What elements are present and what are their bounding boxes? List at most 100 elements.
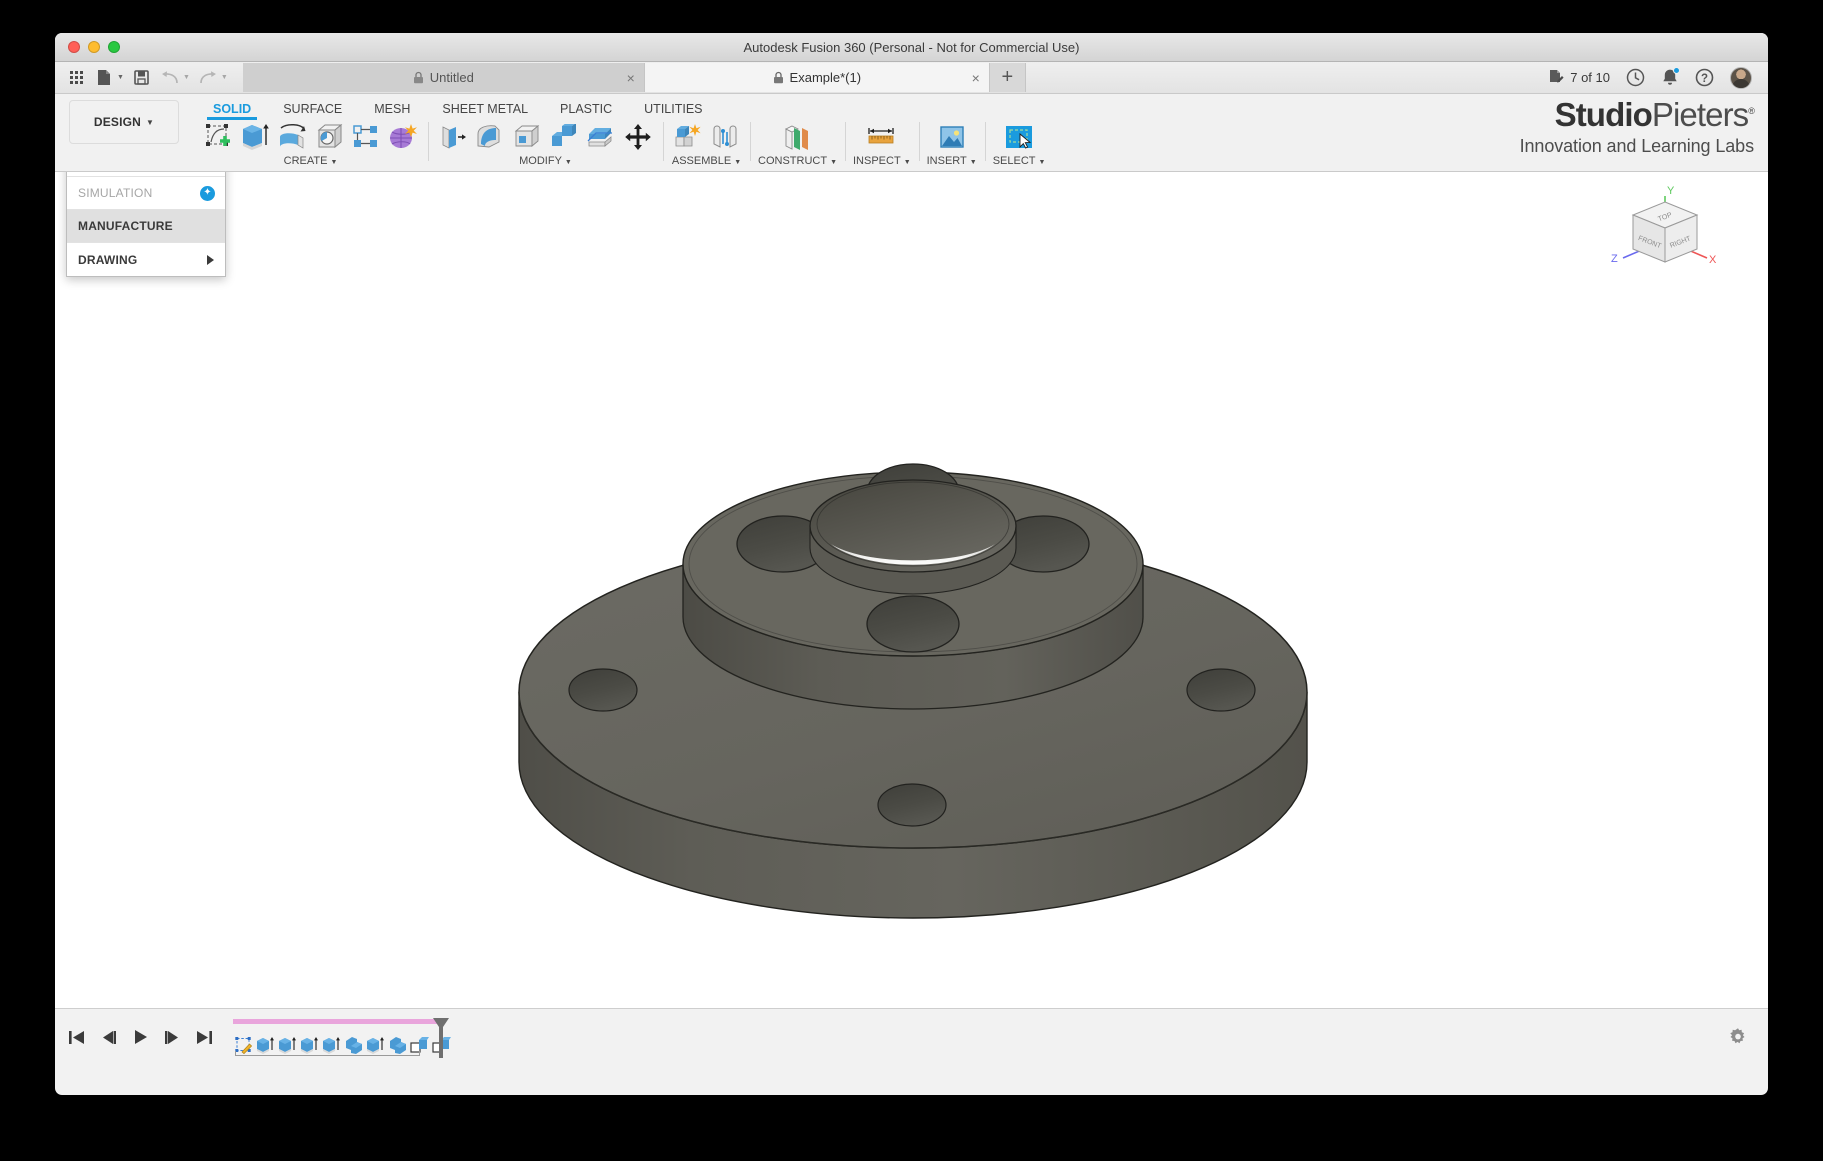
document-counter[interactable]: 7 of 10 <box>1548 69 1610 86</box>
document-edit-icon <box>1550 70 1564 83</box>
flange-model[interactable] <box>55 172 1768 1008</box>
job-status-icon[interactable] <box>1626 68 1645 87</box>
save-icon[interactable] <box>129 65 155 91</box>
go-to-end-button[interactable] <box>195 1028 213 1046</box>
construction-plane-icon[interactable] <box>781 121 815 153</box>
ribbon-content: SOLID SURFACE MESH SHEET METAL PLASTIC U… <box>179 94 1768 171</box>
chevron-down-icon: ▼ <box>146 117 155 127</box>
workspace-switcher-button[interactable]: DESIGN ▼ <box>69 100 179 144</box>
new-component-icon[interactable] <box>671 121 705 153</box>
panel-assemble-label[interactable]: ASSEMBLE ▼ <box>672 155 741 167</box>
workspace-menu-item-drawing[interactable]: DRAWING <box>67 243 225 276</box>
panel-inspect-label[interactable]: INSPECT ▼ <box>853 155 911 167</box>
select-window-icon[interactable] <box>1002 121 1036 153</box>
header-status-area: 7 of 10 ? <box>1548 66 1768 89</box>
chevron-down-icon: ▼ <box>734 159 742 166</box>
go-to-beginning-button[interactable] <box>67 1028 85 1046</box>
workspace-menu-label: MANUFACTURE <box>78 219 173 233</box>
help-icon[interactable]: ? <box>1695 68 1714 87</box>
ribbon: DESIGN ▼ SOLID SURFACE MESH SHEET METAL … <box>55 94 1768 172</box>
panel-insert-text: INSERT <box>926 155 967 167</box>
fillet-icon[interactable] <box>473 121 507 153</box>
document-tab-example-label: Example*(1) <box>789 70 862 85</box>
workspace-switcher-label: DESIGN <box>93 115 142 129</box>
redo-caret-icon[interactable]: ▼ <box>221 74 228 81</box>
lock-icon <box>413 71 424 84</box>
svg-text:?: ? <box>1701 73 1708 85</box>
tab-sheet-metal[interactable]: SHEET METAL <box>426 102 544 120</box>
window-titlebar: Autodesk Fusion 360 (Personal - Not for … <box>55 33 1768 62</box>
file-menu-caret-icon[interactable]: ▼ <box>117 74 124 81</box>
workspace-menu-label: DRAWING <box>78 252 138 267</box>
document-tab-untitled-label: Untitled <box>429 70 474 85</box>
gear-icon <box>1730 1028 1745 1044</box>
move-copy-icon[interactable] <box>621 121 655 153</box>
tab-solid[interactable]: SOLID <box>197 102 267 120</box>
panel-select-label[interactable]: SELECT ▼ <box>993 155 1046 167</box>
workspace-menu: DESIGN GENERATIVE DESIGN ✦ RENDER ANIMAT… <box>66 172 226 277</box>
chevron-down-icon: ▼ <box>903 159 911 166</box>
step-back-button[interactable] <box>99 1028 117 1046</box>
step-forward-button[interactable] <box>163 1028 181 1046</box>
play-button[interactable] <box>131 1028 149 1046</box>
panel-insert-label[interactable]: INSERT ▼ <box>927 155 977 167</box>
timeline-status-bar <box>55 1008 1768 1065</box>
close-icon[interactable]: × <box>972 71 980 85</box>
pattern-icon[interactable] <box>349 121 383 153</box>
close-icon[interactable]: × <box>627 71 635 85</box>
panel-create-text: CREATE <box>283 155 328 167</box>
tab-utilities[interactable]: UTILITIES <box>628 102 718 120</box>
workspace-menu-item-simulation[interactable]: SIMULATION ✦ <box>67 177 225 210</box>
panel-construct: CONSTRUCT ▼ <box>750 120 845 167</box>
panel-modify-label[interactable]: MODIFY ▼ <box>519 155 572 167</box>
panel-construct-label[interactable]: CONSTRUCT ▼ <box>758 155 837 167</box>
document-tab-example[interactable]: Example*(1) × <box>644 63 990 92</box>
fusion360-app-window: Autodesk Fusion 360 (Personal - Not for … <box>55 33 1768 1095</box>
center-bore <box>809 479 1017 595</box>
panel-select: SELECT ▼ <box>984 120 1054 167</box>
timeline-progress-bar[interactable] <box>233 1019 438 1024</box>
measure-icon[interactable] <box>865 121 899 153</box>
form-icon[interactable] <box>386 121 420 153</box>
insert-image-icon[interactable] <box>935 121 969 153</box>
lock-icon <box>773 71 784 84</box>
hole-icon[interactable] <box>312 121 346 153</box>
timeline-group-bracket <box>235 1051 420 1056</box>
panel-modify-text: MODIFY <box>519 155 562 167</box>
application-toolbar: ▼ ▼ ▼ Untitled × Example*(1) × + 7 of 10… <box>55 62 1768 94</box>
grid-icon[interactable] <box>63 65 89 91</box>
panel-modify: MODIFY ▼ <box>428 120 663 167</box>
document-tab-untitled[interactable]: Untitled × <box>242 63 645 92</box>
undo-icon[interactable] <box>157 65 183 91</box>
account-avatar[interactable] <box>1730 66 1752 89</box>
panel-assemble-text: ASSEMBLE <box>671 155 732 167</box>
brand-name-bold: Studio <box>1554 96 1653 133</box>
create-sketch-icon[interactable] <box>201 121 235 153</box>
panel-insert: INSERT ▼ <box>918 120 985 167</box>
timeline-playback-controls <box>55 1028 213 1046</box>
shell-icon[interactable] <box>510 121 544 153</box>
tab-plastic[interactable]: PLASTIC <box>544 102 628 120</box>
notifications-icon[interactable] <box>1661 67 1680 87</box>
revolve-icon[interactable] <box>275 121 309 153</box>
document-counter-label: 7 of 10 <box>1570 70 1610 85</box>
workspace-menu-item-manufacture[interactable]: MANUFACTURE <box>67 210 225 243</box>
undo-caret-icon[interactable]: ▼ <box>183 74 190 81</box>
joint-icon[interactable] <box>708 121 742 153</box>
split-face-icon[interactable] <box>584 121 618 153</box>
settings-button[interactable] <box>1728 1027 1768 1047</box>
panel-assemble: ASSEMBLE ▼ <box>663 120 750 167</box>
tab-surface[interactable]: SURFACE <box>267 102 358 120</box>
tab-mesh[interactable]: MESH <box>358 102 426 120</box>
combine-icon[interactable] <box>547 121 581 153</box>
timeline[interactable] <box>233 1017 452 1058</box>
new-document-tab-button[interactable]: + <box>989 63 1026 92</box>
redo-icon[interactable] <box>195 65 221 91</box>
3d-viewport[interactable]: Y X Z TOP FRONT RIGHT SIMULATION ✦ MANUF… <box>55 172 1768 1008</box>
studiopieters-logo: StudioPieters® Innovation and Learning L… <box>1520 96 1755 155</box>
press-pull-icon[interactable] <box>436 121 470 153</box>
extrude-icon[interactable] <box>238 121 272 153</box>
file-icon[interactable] <box>91 65 117 91</box>
panel-create-label[interactable]: CREATE ▼ <box>284 155 338 167</box>
brand-name-light: Pieters <box>1651 96 1749 133</box>
